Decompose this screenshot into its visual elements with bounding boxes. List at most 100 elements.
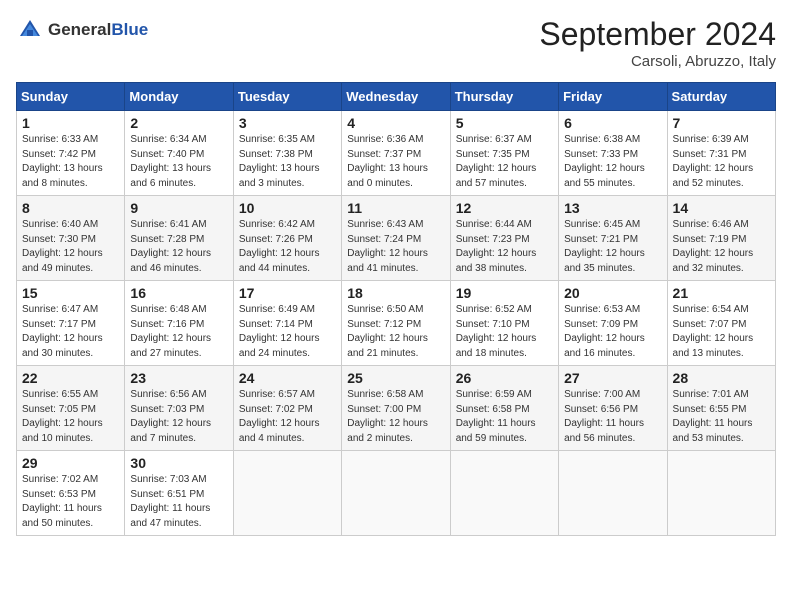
calendar-cell: 10 Sunrise: 6:42 AMSunset: 7:26 PMDaylig… [233,196,341,281]
day-detail: Sunrise: 6:59 AMSunset: 6:58 PMDaylight:… [456,388,553,446]
day-detail: Sunrise: 6:58 AMSunset: 7:00 PMDaylight:… [347,388,444,446]
calendar-week-row: 1 Sunrise: 6:33 AMSunset: 7:42 PMDayligh… [17,111,776,196]
day-header-tuesday: Tuesday [233,83,341,111]
location: Carsoli, Abruzzo, Italy [539,53,776,70]
day-detail: Sunrise: 6:45 AMSunset: 7:21 PMDaylight:… [564,218,661,276]
calendar-cell: 9 Sunrise: 6:41 AMSunset: 7:28 PMDayligh… [125,196,233,281]
logo-icon [16,16,44,44]
day-number: 18 [347,285,444,301]
calendar-cell: 7 Sunrise: 6:39 AMSunset: 7:31 PMDayligh… [667,111,775,196]
day-number: 19 [456,285,553,301]
day-detail: Sunrise: 6:46 AMSunset: 7:19 PMDaylight:… [673,218,770,276]
day-header-sunday: Sunday [17,83,125,111]
day-detail: Sunrise: 6:38 AMSunset: 7:33 PMDaylight:… [564,133,661,191]
calendar-cell: 29 Sunrise: 7:02 AMSunset: 6:53 PMDaylig… [17,451,125,536]
calendar-cell: 6 Sunrise: 6:38 AMSunset: 7:33 PMDayligh… [559,111,667,196]
day-detail: Sunrise: 6:49 AMSunset: 7:14 PMDaylight:… [239,303,336,361]
calendar-cell: 20 Sunrise: 6:53 AMSunset: 7:09 PMDaylig… [559,281,667,366]
day-number: 28 [673,370,770,386]
calendar-cell: 13 Sunrise: 6:45 AMSunset: 7:21 PMDaylig… [559,196,667,281]
day-detail: Sunrise: 6:54 AMSunset: 7:07 PMDaylight:… [673,303,770,361]
logo-text: GeneralBlue [48,21,148,40]
calendar-cell [342,451,450,536]
day-detail: Sunrise: 6:55 AMSunset: 7:05 PMDaylight:… [22,388,119,446]
calendar-week-row: 29 Sunrise: 7:02 AMSunset: 6:53 PMDaylig… [17,451,776,536]
day-number: 22 [22,370,119,386]
day-detail: Sunrise: 6:35 AMSunset: 7:38 PMDaylight:… [239,133,336,191]
day-detail: Sunrise: 6:53 AMSunset: 7:09 PMDaylight:… [564,303,661,361]
calendar-cell: 11 Sunrise: 6:43 AMSunset: 7:24 PMDaylig… [342,196,450,281]
calendar-cell [667,451,775,536]
day-detail: Sunrise: 6:52 AMSunset: 7:10 PMDaylight:… [456,303,553,361]
calendar-cell [450,451,558,536]
calendar-cell [233,451,341,536]
day-detail: Sunrise: 7:02 AMSunset: 6:53 PMDaylight:… [22,473,119,531]
day-number: 27 [564,370,661,386]
calendar-cell: 17 Sunrise: 6:49 AMSunset: 7:14 PMDaylig… [233,281,341,366]
calendar-cell: 12 Sunrise: 6:44 AMSunset: 7:23 PMDaylig… [450,196,558,281]
day-number: 11 [347,200,444,216]
calendar-cell: 14 Sunrise: 6:46 AMSunset: 7:19 PMDaylig… [667,196,775,281]
day-number: 17 [239,285,336,301]
logo: GeneralBlue [16,16,148,44]
calendar-cell: 5 Sunrise: 6:37 AMSunset: 7:35 PMDayligh… [450,111,558,196]
day-detail: Sunrise: 7:03 AMSunset: 6:51 PMDaylight:… [130,473,227,531]
day-number: 3 [239,115,336,131]
day-detail: Sunrise: 7:01 AMSunset: 6:55 PMDaylight:… [673,388,770,446]
day-number: 8 [22,200,119,216]
calendar-cell: 3 Sunrise: 6:35 AMSunset: 7:38 PMDayligh… [233,111,341,196]
day-header-thursday: Thursday [450,83,558,111]
calendar-cell: 25 Sunrise: 6:58 AMSunset: 7:00 PMDaylig… [342,366,450,451]
calendar-cell: 30 Sunrise: 7:03 AMSunset: 6:51 PMDaylig… [125,451,233,536]
day-detail: Sunrise: 6:42 AMSunset: 7:26 PMDaylight:… [239,218,336,276]
day-detail: Sunrise: 6:44 AMSunset: 7:23 PMDaylight:… [456,218,553,276]
day-number: 20 [564,285,661,301]
calendar-cell: 19 Sunrise: 6:52 AMSunset: 7:10 PMDaylig… [450,281,558,366]
day-number: 5 [456,115,553,131]
logo-general: General [48,20,111,39]
day-header-wednesday: Wednesday [342,83,450,111]
day-detail: Sunrise: 6:40 AMSunset: 7:30 PMDaylight:… [22,218,119,276]
day-detail: Sunrise: 6:56 AMSunset: 7:03 PMDaylight:… [130,388,227,446]
day-number: 30 [130,455,227,471]
day-number: 21 [673,285,770,301]
day-header-saturday: Saturday [667,83,775,111]
calendar-cell: 2 Sunrise: 6:34 AMSunset: 7:40 PMDayligh… [125,111,233,196]
day-detail: Sunrise: 6:43 AMSunset: 7:24 PMDaylight:… [347,218,444,276]
page-header: GeneralBlue September 2024 Carsoli, Abru… [16,16,776,70]
calendar-cell: 23 Sunrise: 6:56 AMSunset: 7:03 PMDaylig… [125,366,233,451]
calendar-cell: 28 Sunrise: 7:01 AMSunset: 6:55 PMDaylig… [667,366,775,451]
day-number: 13 [564,200,661,216]
day-detail: Sunrise: 6:36 AMSunset: 7:37 PMDaylight:… [347,133,444,191]
calendar-cell: 26 Sunrise: 6:59 AMSunset: 6:58 PMDaylig… [450,366,558,451]
day-detail: Sunrise: 6:50 AMSunset: 7:12 PMDaylight:… [347,303,444,361]
calendar-cell: 27 Sunrise: 7:00 AMSunset: 6:56 PMDaylig… [559,366,667,451]
day-detail: Sunrise: 6:48 AMSunset: 7:16 PMDaylight:… [130,303,227,361]
day-number: 14 [673,200,770,216]
calendar-cell: 21 Sunrise: 6:54 AMSunset: 7:07 PMDaylig… [667,281,775,366]
day-number: 15 [22,285,119,301]
calendar-header-row: SundayMondayTuesdayWednesdayThursdayFrid… [17,83,776,111]
day-number: 29 [22,455,119,471]
day-number: 1 [22,115,119,131]
day-number: 16 [130,285,227,301]
day-header-monday: Monday [125,83,233,111]
day-number: 9 [130,200,227,216]
day-number: 10 [239,200,336,216]
logo-blue: Blue [111,20,148,39]
day-detail: Sunrise: 6:37 AMSunset: 7:35 PMDaylight:… [456,133,553,191]
day-detail: Sunrise: 7:00 AMSunset: 6:56 PMDaylight:… [564,388,661,446]
calendar-week-row: 15 Sunrise: 6:47 AMSunset: 7:17 PMDaylig… [17,281,776,366]
calendar-cell [559,451,667,536]
day-number: 7 [673,115,770,131]
title-block: September 2024 Carsoli, Abruzzo, Italy [539,16,776,70]
calendar-cell: 8 Sunrise: 6:40 AMSunset: 7:30 PMDayligh… [17,196,125,281]
calendar-cell: 4 Sunrise: 6:36 AMSunset: 7:37 PMDayligh… [342,111,450,196]
calendar-cell: 1 Sunrise: 6:33 AMSunset: 7:42 PMDayligh… [17,111,125,196]
day-number: 26 [456,370,553,386]
day-number: 4 [347,115,444,131]
day-number: 2 [130,115,227,131]
calendar-week-row: 8 Sunrise: 6:40 AMSunset: 7:30 PMDayligh… [17,196,776,281]
day-number: 24 [239,370,336,386]
day-number: 6 [564,115,661,131]
